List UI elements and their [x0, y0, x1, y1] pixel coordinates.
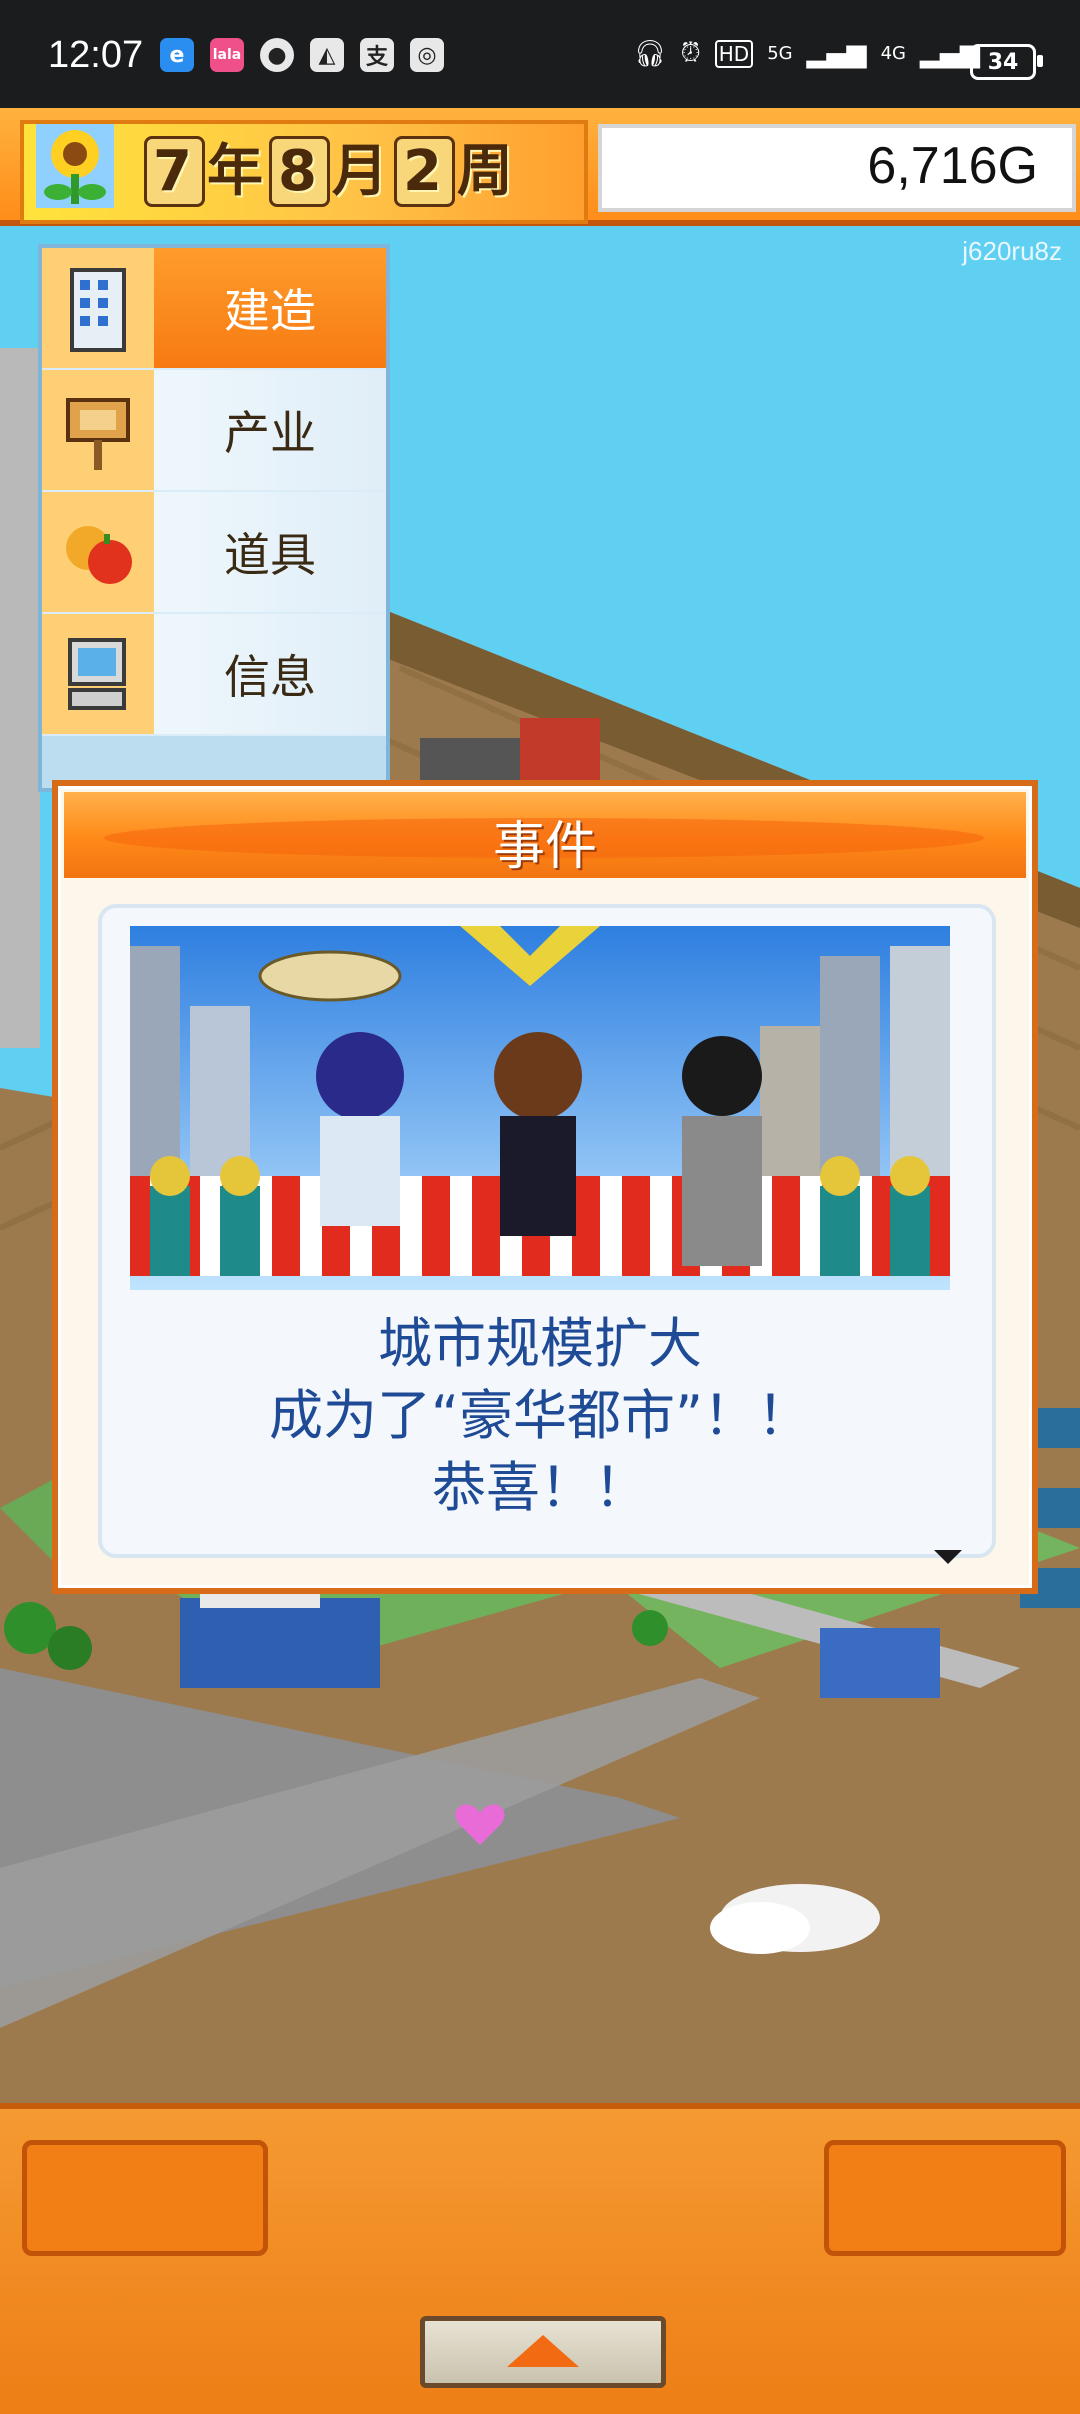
- computer-icon-cell: [42, 614, 154, 734]
- message-line: 成为了“豪华都市”！！: [269, 1384, 811, 1447]
- signboard-icon-cell: [42, 370, 154, 490]
- celebration-illustration: [130, 926, 950, 1290]
- chat-icon: ●: [260, 38, 294, 72]
- celebration-scene: [130, 926, 950, 1290]
- status-time: 12:07: [48, 34, 144, 76]
- date-year: 7: [144, 136, 205, 207]
- battery-icon: 34: [970, 44, 1043, 80]
- continue-arrow-icon[interactable]: [934, 1550, 962, 1564]
- hd-label: HD: [714, 39, 754, 68]
- signal-icon: ▂▄▆: [806, 38, 867, 69]
- menu-item-info[interactable]: 信息: [42, 614, 386, 736]
- menu-item-items[interactable]: 道具: [42, 492, 386, 614]
- date-week-unit: 周: [456, 139, 517, 204]
- money-display: 6,716G: [598, 124, 1076, 212]
- dialog-title: 事件: [492, 817, 597, 877]
- message-line: 恭喜！！: [432, 1456, 648, 1519]
- network-5g-label: 5G: [767, 43, 793, 64]
- date-month: 8: [268, 136, 330, 207]
- menu-item-label: 建造: [154, 248, 386, 368]
- date-year-unit: 年: [206, 139, 267, 204]
- fruit-icon-cell: [42, 492, 154, 612]
- left-action-button[interactable]: [22, 2140, 268, 2256]
- network-4g-label: 4G: [880, 43, 906, 64]
- building-icon: [70, 268, 126, 352]
- fruit-icon: [66, 526, 132, 584]
- battery-level: 34: [987, 49, 1019, 75]
- menu-item-label: 产业: [154, 370, 386, 490]
- status-bar: 12:07 e lala ● ◭ 支 ◎ 🎧︎ ⏰︎ HD 5G ▂▄▆ 4G …: [0, 0, 1080, 108]
- menu-item-label: 信息: [154, 614, 386, 734]
- money-value: 6,716G: [867, 137, 1038, 195]
- menu-item-build[interactable]: 建造: [42, 248, 386, 370]
- menu-item-industry[interactable]: 产业: [42, 370, 386, 492]
- menu-item-label: 道具: [154, 492, 386, 612]
- status-right-icons: 🎧︎ ⏰︎ HD 5G ▂▄▆ 4G ▂▄▆: [633, 38, 980, 69]
- notification-icons: e lala ● ◭ 支 ◎: [160, 38, 444, 72]
- alarm-icon: ⏰︎: [680, 38, 701, 68]
- app-icon: ◎: [410, 38, 444, 72]
- triangle-up-icon: [507, 2335, 579, 2367]
- computer-icon: [68, 638, 126, 710]
- building-icon-cell: [42, 248, 154, 368]
- sunflower-icon: [36, 124, 114, 208]
- app-icon: ◭: [310, 38, 344, 72]
- expand-button[interactable]: [420, 2316, 666, 2388]
- game-date: 7年8月2周: [142, 126, 517, 207]
- signboard-icon: [66, 398, 130, 470]
- headphones-icon: 🎧︎: [633, 38, 667, 69]
- alipay-icon: 支: [360, 38, 394, 72]
- watermark-text: j620ru8z: [962, 236, 1062, 266]
- event-message: 城市规模扩大 成为了“豪华都市”！！ 恭喜！！: [0, 1308, 1080, 1524]
- date-week: 2: [393, 136, 455, 207]
- app-icon: lala: [210, 38, 244, 72]
- date-month-unit: 月: [331, 139, 392, 204]
- app-icon: e: [160, 38, 194, 72]
- message-line: 城市规模扩大: [378, 1312, 702, 1375]
- dialog-title-bar: 事件: [64, 792, 1026, 878]
- side-menu: 建造 产业 道具 信息: [38, 244, 390, 792]
- right-action-button[interactable]: [824, 2140, 1066, 2256]
